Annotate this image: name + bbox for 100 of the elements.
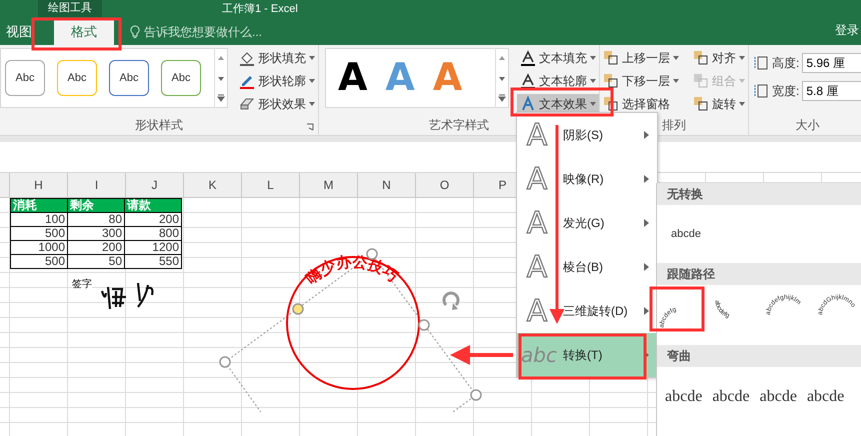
- transform-option[interactable]: abcde: [760, 388, 797, 406]
- table-cell: 550: [124, 254, 182, 269]
- field-label: 高度:: [772, 54, 800, 72]
- caret-icon: [739, 102, 745, 106]
- menu-item[interactable]: A 阴影(S): [517, 113, 657, 157]
- text-color-icon: [520, 73, 536, 89]
- caret-icon: [590, 102, 596, 106]
- column-header[interactable]: J: [126, 173, 184, 198]
- column-header[interactable]: K: [184, 173, 242, 198]
- table-cell: 200: [124, 212, 182, 227]
- signature-label: 签字: [72, 277, 92, 291]
- shape-style-option[interactable]: Abc: [161, 60, 201, 96]
- menu-item[interactable]: A 棱台(B): [517, 245, 657, 289]
- group-label: 排列: [662, 116, 686, 134]
- annotation-arrow: [450, 345, 513, 365]
- column-header[interactable]: N: [358, 173, 416, 198]
- field-label: 宽度:: [772, 82, 800, 100]
- submenu-arrow-icon: [644, 219, 649, 227]
- shape-style-option[interactable]: Abc: [5, 60, 45, 96]
- caret-icon: [309, 56, 315, 60]
- arrange-icon: [693, 96, 709, 112]
- group-label: 艺术字样式: [429, 116, 489, 134]
- table-cell: 500: [10, 254, 68, 269]
- caret-icon: [739, 56, 745, 60]
- transform-option[interactable]: abcde: [806, 388, 844, 406]
- group-label: 大小: [796, 116, 820, 134]
- caret-icon: [309, 79, 315, 83]
- table-cell: 500: [10, 226, 68, 241]
- tell-me-field[interactable]: 告诉我您想要做什么...: [144, 25, 284, 39]
- caret-icon: [739, 79, 745, 83]
- arrange-icon: [603, 96, 619, 112]
- ribbon-command[interactable]: 形状效果: [236, 94, 318, 114]
- size-field[interactable]: 5.8 厘: [802, 81, 861, 101]
- arrange-icon: [693, 73, 709, 89]
- submenu-arrow-icon: [644, 175, 649, 183]
- column-header[interactable]: H: [10, 173, 68, 198]
- size-field[interactable]: 5.96 厘: [802, 53, 861, 73]
- window-title: 工作簿1 - Excel: [222, 2, 298, 16]
- annotation-frame: [650, 286, 704, 332]
- dimension-icon: [753, 83, 769, 99]
- gallery-scrollbar[interactable]: [214, 48, 227, 108]
- table-cell: 1200: [124, 240, 182, 255]
- ribbon-command[interactable]: 文本效果: [517, 94, 599, 114]
- ribbon-command[interactable]: 形状填充: [236, 48, 318, 68]
- table-header-cell: 消耗: [10, 198, 68, 213]
- arrange-icon: [693, 50, 709, 66]
- table-cell: 50: [67, 254, 125, 269]
- submenu-arrow-icon: [644, 131, 649, 139]
- table-header-cell: 请款: [124, 198, 182, 213]
- text-color-icon: [520, 50, 536, 66]
- gallery-scrollbar[interactable]: [495, 48, 508, 108]
- caret-icon: [309, 102, 315, 106]
- transform-option[interactable]: abcde: [671, 228, 701, 240]
- caret-icon: [590, 56, 596, 60]
- ribbon-command[interactable]: 旋转: [690, 94, 748, 114]
- section-heading: 跟随路径: [657, 263, 861, 285]
- menu-item[interactable]: A 发光(G): [517, 201, 657, 245]
- sign-in-link[interactable]: 登录: [835, 22, 859, 39]
- lightbulb-icon: [130, 25, 140, 39]
- paint-bucket-icon: [239, 50, 255, 66]
- caret-icon: [673, 56, 679, 60]
- adjust-handle[interactable]: [292, 303, 304, 315]
- transform-option[interactable]: abcde: [712, 388, 750, 406]
- context-tab-label: 绘图工具: [38, 0, 102, 17]
- ribbon-tab[interactable]: 视图: [0, 19, 38, 45]
- arrange-icon: [603, 73, 619, 89]
- table-cell: 800: [124, 226, 182, 241]
- ribbon-command[interactable]: 文本填充: [517, 48, 599, 68]
- resize-handle[interactable]: [219, 356, 231, 368]
- section-heading: 弯曲: [657, 345, 861, 367]
- ribbon-command[interactable]: 对齐: [690, 48, 748, 68]
- ribbon-command[interactable]: 文本轮廓: [517, 71, 599, 91]
- caret-icon: [590, 79, 596, 83]
- submenu-arrow-icon: [644, 263, 649, 271]
- caret-icon: [673, 79, 679, 83]
- column-header[interactable]: I: [68, 173, 126, 198]
- pencil-icon: [239, 73, 255, 89]
- column-header[interactable]: M: [300, 173, 358, 198]
- group-label: 形状样式: [135, 116, 183, 134]
- table-cell: 1000: [10, 240, 68, 255]
- ribbon-command[interactable]: 上移一层: [600, 48, 682, 68]
- resize-handle[interactable]: [418, 319, 430, 331]
- table-header-cell: 剩余: [67, 198, 125, 213]
- rotate-handle[interactable]: [442, 292, 460, 310]
- arrange-icon: [603, 50, 619, 66]
- ribbon-command[interactable]: 形状轮廓: [236, 71, 318, 91]
- menu-item[interactable]: A 三维旋转(D): [517, 289, 657, 333]
- column-header[interactable]: O: [416, 173, 474, 198]
- shape-style-option[interactable]: Abc: [57, 60, 97, 96]
- ribbon-command[interactable]: 下移一层: [600, 71, 682, 91]
- column-header[interactable]: L: [242, 173, 300, 198]
- ribbon-tab[interactable]: 格式: [54, 19, 114, 45]
- wordart-style-option[interactable]: A: [338, 57, 368, 99]
- dialog-launcher-icon[interactable]: [306, 123, 314, 131]
- table-cell: 100: [10, 212, 68, 227]
- transform-option[interactable]: abcde: [665, 388, 702, 406]
- shape-style-option[interactable]: Abc: [109, 60, 149, 96]
- ribbon-command[interactable]: 选择窗格: [600, 94, 682, 114]
- resize-handle[interactable]: [470, 389, 482, 401]
- submenu-arrow-icon: [644, 307, 649, 315]
